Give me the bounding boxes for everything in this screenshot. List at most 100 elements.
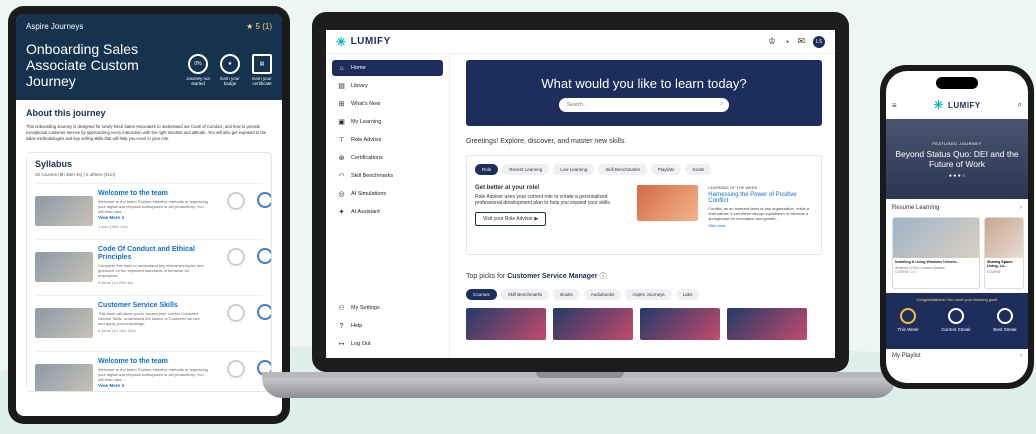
- avatar[interactable]: LS: [813, 35, 825, 48]
- trophy-icon[interactable]: ♔: [768, 36, 776, 47]
- tab-books[interactable]: Books: [553, 289, 580, 300]
- course-item[interactable]: Welcome to the team Welcome to the team!…: [35, 183, 271, 239]
- view-more-link[interactable]: View More ∨: [98, 214, 208, 222]
- streak-icon: [996, 308, 1013, 324]
- org-icon: ⊤: [338, 137, 345, 144]
- course-title[interactable]: Welcome to the team: [98, 190, 208, 198]
- course-title[interactable]: Code Of Conduct and Ethical Principles: [98, 246, 208, 262]
- card-title: Installing & Using Windows Univers...: [895, 260, 960, 264]
- picks-role: Customer Service Manager: [507, 273, 598, 280]
- phone-header: ≡ ✳ LUMIFY ⌕: [886, 95, 1028, 115]
- chat-icon[interactable]: ✉: [797, 36, 805, 47]
- journey-progress: 0% Journey not started: [184, 54, 212, 86]
- card-meta: COURSE ⁄ 10 ⋮: [895, 270, 919, 274]
- syllabus-summary: 10 courses (6h 36m 4s) | 6 others (41m): [35, 172, 116, 177]
- brand-label: Aspire Journeys: [26, 22, 84, 31]
- laptop-notch: [536, 372, 624, 378]
- track-status-icon: [227, 304, 245, 322]
- hero-title: What would you like to learn today?: [541, 76, 747, 91]
- goal-text: Congratulations! You meet your learning …: [916, 297, 998, 302]
- week-title[interactable]: Harnessing the Power of Positive Conflic…: [708, 192, 813, 204]
- tab-live-learning[interactable]: Live Learning: [553, 164, 595, 175]
- tab-goals[interactable]: Goals: [685, 164, 712, 175]
- course-title[interactable]: Customer Service Skills: [98, 302, 208, 310]
- nav-library[interactable]: ▤ Library: [332, 78, 443, 94]
- course-meta: 1 item (38m 14s): [98, 224, 129, 229]
- info-icon: ⓘ: [599, 273, 607, 280]
- resume-card[interactable]: Sharing Space: Living, Lo... COURSE: [984, 217, 1024, 289]
- bell-icon[interactable]: ◔: [784, 37, 789, 47]
- view-more-link[interactable]: View More ∨: [98, 382, 208, 390]
- card-meta: COURSE: [987, 270, 1001, 274]
- tab-pick-skill-benchmarks[interactable]: Skill Benchmarks: [500, 289, 550, 300]
- nav-logout[interactable]: ↦ Log Out: [332, 336, 444, 352]
- search-input[interactable]: Search... ⌕: [559, 98, 729, 112]
- nav-ai-assistant[interactable]: ✦ AI Assistant: [332, 204, 443, 220]
- playlist-header[interactable]: My Playlist ›: [892, 353, 1022, 359]
- phone-screen: ≡ ✳ LUMIFY ⌕ FEATURED JOURNEY Beyond Stat…: [886, 71, 1028, 383]
- course-desc: Complete this track to understand key et…: [98, 263, 204, 278]
- nav-my-learning[interactable]: ▣ My Learning: [332, 114, 443, 130]
- chevron-right-icon[interactable]: ›: [1020, 205, 1022, 211]
- nav-certifications[interactable]: ⊛ Certifications: [332, 150, 443, 166]
- course-item[interactable]: Customer Service Skills This track will …: [35, 295, 271, 351]
- course-desc: This track will allow you to access your…: [98, 311, 201, 326]
- rating[interactable]: ★ 5 (1): [246, 22, 272, 31]
- course-thumbnail: [35, 364, 93, 391]
- tab-role[interactable]: Role: [475, 164, 499, 175]
- search-icon: ⌕: [720, 101, 723, 107]
- phone-device: ≡ ✳ LUMIFY ⌕ FEATURED JOURNEY Beyond Stat…: [880, 65, 1034, 389]
- badge-award[interactable]: ★ Earn your badge: [216, 54, 244, 86]
- start-now-link[interactable]: Start now: [708, 223, 813, 228]
- pick-card[interactable]: [466, 308, 546, 340]
- resume-card[interactable]: Installing & Using Windows Univers... Wi…: [892, 217, 980, 289]
- tab-courses[interactable]: Courses: [466, 289, 497, 300]
- certificate-icon: ⊛: [338, 155, 345, 162]
- lumify-logo[interactable]: ✳ LUMIFY: [336, 35, 391, 49]
- chevron-right-icon: ›: [1020, 353, 1022, 359]
- logout-icon: ↦: [338, 341, 345, 348]
- picks-prefix: Top picks for: [466, 273, 506, 280]
- menu-icon[interactable]: ≡: [892, 101, 897, 110]
- featured-journey[interactable]: FEATURED JOURNEY Beyond Status Quo: DEI …: [886, 119, 1028, 199]
- logo-mark-icon: ✳: [933, 98, 944, 112]
- nav-ai-simulations[interactable]: ◎ AI Simulations: [332, 186, 443, 202]
- course-thumbnail: [35, 308, 93, 338]
- tab-labs[interactable]: Labs: [675, 289, 700, 300]
- about-text: This onboarding Journey is designed for …: [26, 124, 267, 141]
- role-advisor-button[interactable]: Visit your Role Advisor ▶: [475, 212, 547, 226]
- week-thumbnail[interactable]: [637, 185, 699, 221]
- course-title[interactable]: Welcome to the team: [98, 358, 208, 366]
- tab-playlists[interactable]: Playlists: [650, 164, 682, 175]
- course-item[interactable]: Code Of Conduct and Ethical Principles C…: [35, 239, 271, 295]
- laptop-lid: ✳ LUMIFY ♔ ◔ ✉ LS ⌂ Home ▤ Library ⊞ What's …: [312, 12, 849, 372]
- course-item[interactable]: Welcome to the team Welcome to the team!…: [35, 351, 271, 391]
- tab-aspire-journeys[interactable]: Aspire Journeys: [625, 289, 672, 300]
- nav-help[interactable]: ? Help: [332, 318, 444, 334]
- search-icon[interactable]: ⌕: [1018, 100, 1022, 110]
- laptop-screen: ✳ LUMIFY ♔ ◔ ✉ LS ⌂ Home ▤ Library ⊞ What's …: [326, 30, 835, 358]
- nav-settings[interactable]: ⚇ My Settings: [332, 300, 444, 316]
- syllabus-heading: Syllabus: [35, 159, 73, 169]
- course-meta: 5 items (1h 23m 6s): [98, 280, 134, 285]
- nav-skill-benchmarks[interactable]: ◠ Skill Benchmarks: [332, 168, 443, 184]
- card-thumbnail: [985, 218, 1023, 258]
- week-kicker: LEARNING OF THE WEEK: [708, 185, 758, 190]
- pick-card[interactable]: [640, 308, 720, 340]
- tab-audiobooks[interactable]: Audiobooks: [583, 289, 622, 300]
- library-icon: ▤: [338, 83, 345, 90]
- top-bar: ✳ LUMIFY ♔ ◔ ✉ LS: [326, 30, 835, 54]
- nav-role-advisor[interactable]: ⊤ Role Advisor: [332, 132, 443, 148]
- tab-skill-benchmarks[interactable]: Skill Benchmarks: [598, 164, 647, 175]
- certificate-award[interactable]: ▤ Earn your certificate: [248, 54, 276, 86]
- badge-icon: [257, 304, 271, 320]
- pick-card[interactable]: [727, 308, 807, 340]
- nav-whats-new[interactable]: ⊞ What's New: [332, 96, 443, 112]
- pick-card[interactable]: [553, 308, 633, 340]
- nav-home[interactable]: ⌂ Home: [332, 60, 443, 76]
- carousel-dots[interactable]: ● ● ● ○: [886, 173, 1028, 179]
- lumify-logo[interactable]: ✳ LUMIFY: [933, 98, 980, 112]
- tab-recent-learning[interactable]: Recent Learning: [502, 164, 550, 175]
- tablet-device: Aspire Journeys ★ 5 (1) Onboarding Sales…: [8, 6, 290, 424]
- simulation-icon: ◎: [338, 191, 345, 198]
